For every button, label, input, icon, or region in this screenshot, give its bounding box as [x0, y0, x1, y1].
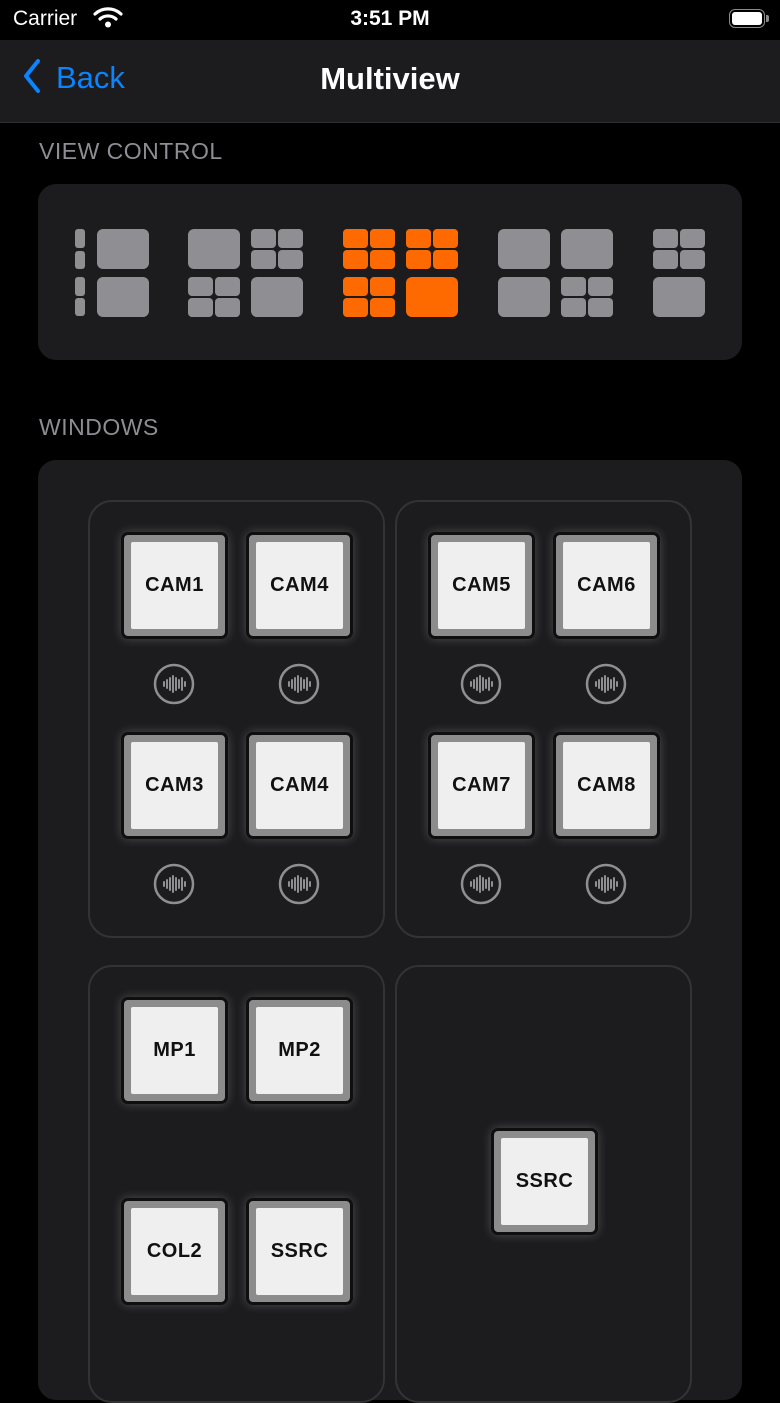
quadrant-bottom-left: MP1 MP2 COL2 SSRC: [88, 965, 385, 1403]
source-button[interactable]: CAM5: [428, 532, 535, 639]
quadrant-top-right: CAM5 CAM6 CAM7 CAM8: [395, 500, 692, 938]
source-button[interactable]: SSRC: [246, 1198, 353, 1305]
source-button[interactable]: SSRC: [491, 1128, 598, 1235]
status-time: 3:51 PM: [350, 7, 430, 30]
layout-option-4[interactable]: [498, 229, 614, 317]
source-button[interactable]: MP1: [121, 997, 228, 1104]
quadrant-bottom-right: SSRC: [395, 965, 692, 1403]
source-button[interactable]: MP2: [246, 997, 353, 1104]
audio-waveform-icon[interactable]: [460, 663, 502, 705]
windows-header: WINDOWS: [39, 414, 159, 440]
source-button[interactable]: CAM4: [246, 532, 353, 639]
layout-option-3-selected[interactable]: [343, 229, 459, 317]
audio-waveform-icon[interactable]: [153, 863, 195, 905]
source-button[interactable]: CAM7: [428, 732, 535, 839]
page-title: Multiview: [320, 61, 460, 96]
source-button[interactable]: CAM4: [246, 732, 353, 839]
audio-waveform-icon[interactable]: [585, 863, 627, 905]
status-bar: Carrier 3:51 PM: [0, 0, 780, 40]
source-button[interactable]: CAM8: [553, 732, 660, 839]
source-button[interactable]: CAM3: [121, 732, 228, 839]
audio-waveform-icon[interactable]: [460, 863, 502, 905]
battery-icon: [729, 9, 769, 28]
audio-waveform-icon[interactable]: [278, 863, 320, 905]
source-button[interactable]: CAM6: [553, 532, 660, 639]
layout-option-2[interactable]: [188, 229, 304, 317]
source-button[interactable]: COL2: [121, 1198, 228, 1305]
view-control-panel: [38, 184, 742, 360]
audio-waveform-icon[interactable]: [278, 663, 320, 705]
layout-option-5[interactable]: [653, 229, 713, 317]
audio-waveform-icon[interactable]: [585, 663, 627, 705]
windows-panel: CAM1 CAM4 CAM3 CAM4 CAM5 CAM6 CAM7 CAM8: [38, 460, 742, 1403]
view-control-header: VIEW CONTROL: [39, 138, 223, 164]
audio-waveform-icon[interactable]: [153, 663, 195, 705]
navigation-bar: Back Multiview: [0, 40, 780, 123]
source-button[interactable]: CAM1: [121, 532, 228, 639]
quadrant-top-left: CAM1 CAM4 CAM3 CAM4: [88, 500, 385, 938]
layout-option-1[interactable]: [75, 229, 151, 317]
